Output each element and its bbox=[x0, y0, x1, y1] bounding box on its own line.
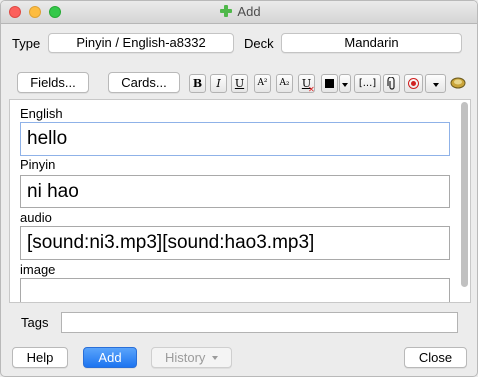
record-icon bbox=[408, 78, 419, 89]
text-color-button[interactable] bbox=[321, 74, 338, 93]
deck-label: Deck bbox=[244, 36, 274, 51]
field-label-image: image bbox=[20, 262, 56, 277]
cards-button[interactable]: Cards... bbox=[108, 72, 180, 93]
paperclip-icon bbox=[386, 76, 395, 90]
deck-button[interactable]: Mandarin bbox=[281, 33, 462, 53]
bold-button[interactable]: B bbox=[189, 74, 206, 93]
extras-icon[interactable] bbox=[449, 74, 467, 92]
history-button[interactable]: History bbox=[151, 347, 232, 368]
chevron-down-icon bbox=[212, 356, 219, 360]
tags-input[interactable] bbox=[61, 312, 458, 333]
field-editor: English hello Pinyin ni hao audio [sound… bbox=[9, 99, 471, 303]
italic-button[interactable]: I bbox=[210, 74, 227, 93]
field-input-image[interactable] bbox=[20, 278, 450, 302]
tags-label: Tags bbox=[21, 315, 49, 330]
editor-scrollbar-thumb[interactable] bbox=[461, 102, 468, 287]
fields-button[interactable]: Fields... bbox=[17, 72, 89, 93]
field-input-audio[interactable]: [sound:ni3.mp3][sound:hao3.mp3] bbox=[20, 226, 450, 260]
editor-scrollbar[interactable] bbox=[461, 102, 469, 300]
help-button[interactable]: Help bbox=[12, 347, 68, 368]
field-label-pinyin: Pinyin bbox=[20, 157, 56, 172]
close-button[interactable]: Close bbox=[404, 347, 467, 368]
add-plus-icon bbox=[220, 5, 233, 17]
field-label-audio: audio bbox=[20, 210, 52, 225]
titlebar: Add bbox=[1, 1, 477, 24]
chevron-down-icon bbox=[432, 83, 439, 87]
red-x-icon: ✕ bbox=[308, 85, 315, 94]
cloze-button[interactable]: [...] bbox=[354, 74, 381, 93]
field-input-english[interactable]: hello bbox=[20, 122, 450, 156]
history-label: History bbox=[164, 350, 206, 365]
window-title-text: Add bbox=[237, 4, 261, 19]
subscript-button[interactable]: A₂ bbox=[276, 74, 293, 93]
more-options-dropdown-button[interactable] bbox=[425, 74, 446, 93]
add-window: Add Type Pinyin / English-a8332 Deck Man… bbox=[0, 0, 478, 377]
clear-format-button[interactable]: U ✕ bbox=[298, 74, 315, 94]
add-button[interactable]: Add bbox=[83, 347, 137, 368]
note-type-button[interactable]: Pinyin / English-a8332 bbox=[48, 33, 234, 53]
text-color-dropdown-button[interactable] bbox=[339, 74, 351, 93]
text-color-swatch-icon bbox=[325, 79, 334, 88]
chevron-down-icon bbox=[342, 83, 348, 87]
field-input-pinyin[interactable]: ni hao bbox=[20, 175, 450, 208]
underline-button[interactable]: U bbox=[231, 74, 248, 93]
record-audio-button[interactable] bbox=[404, 74, 423, 93]
type-label: Type bbox=[12, 36, 41, 51]
attach-paperclip-button[interactable] bbox=[383, 74, 400, 93]
superscript-button[interactable]: A² bbox=[254, 74, 271, 93]
field-label-english: English bbox=[20, 106, 63, 121]
window-title: Add bbox=[1, 4, 477, 19]
